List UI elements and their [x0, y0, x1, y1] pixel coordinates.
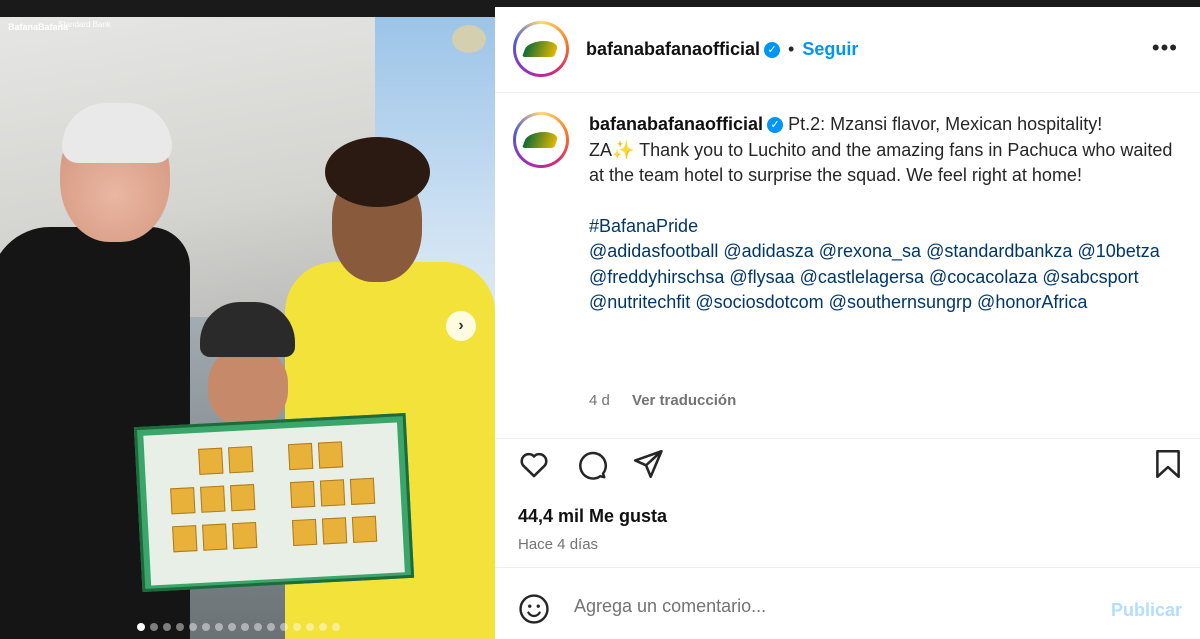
verified-badge-icon: ✓ [764, 41, 781, 58]
account-logo-icon [522, 132, 560, 148]
carousel-indicator [137, 623, 340, 631]
carousel-dot [150, 623, 158, 631]
carousel-dot [176, 623, 184, 631]
carousel-dot [202, 623, 210, 631]
separator: • [788, 39, 795, 59]
mention-link[interactable]: @freddyhirschsa [589, 267, 724, 287]
mention-link[interactable]: @southernsungrp [829, 292, 972, 312]
mention-link[interactable]: @castlelagersa [800, 267, 924, 287]
verified-badge-icon: ✓ [767, 117, 784, 134]
more-options-icon[interactable]: ••• [1152, 35, 1178, 61]
mention-link[interactable]: @sabcsport [1042, 267, 1138, 287]
header-username[interactable]: bafanabafanaofficial [586, 39, 760, 60]
mention-link[interactable]: @rexona_sa [819, 241, 921, 261]
post-panel: bafanabafanaofficial ✓ • Seguir ••• bafa… [495, 7, 1200, 639]
mention-link[interactable]: @adidasfootball [589, 241, 718, 261]
caption-area: bafanabafanaofficial ✓ Pt.2: Mzansi flavo… [495, 94, 1200, 439]
carousel-dot [332, 623, 340, 631]
carousel-dot [319, 623, 327, 631]
carousel-dot [189, 623, 197, 631]
emoji-icon[interactable] [517, 592, 551, 626]
post-date: Hace 4 días [518, 536, 599, 553]
post-time-ago[interactable]: 4 d [589, 392, 610, 409]
carousel-dot [241, 623, 249, 631]
hashtag-link[interactable]: #BafanaPride [589, 216, 698, 236]
post-comment-button[interactable]: Publicar [1111, 600, 1182, 621]
post-media[interactable]: BafanaBafana Standard Bank › [0, 17, 495, 639]
association-crest [452, 25, 486, 53]
mention-link[interactable]: @standardbankza [926, 241, 1072, 261]
caption-username[interactable]: bafanabafanaofficial [589, 114, 763, 134]
post-header: bafanabafanaofficial ✓ • Seguir ••• [495, 7, 1200, 93]
mention-link[interactable]: @adidasza [723, 241, 813, 261]
carousel-dot [267, 623, 275, 631]
carousel-dot [163, 623, 171, 631]
mention-link[interactable]: @honorAfrica [977, 292, 1087, 312]
follow-button[interactable]: Seguir [802, 39, 858, 60]
caption-avatar[interactable] [513, 112, 569, 168]
mentions-list: @adidasfootball @adidasza @rexona_sa @st… [589, 239, 1189, 316]
mention-link[interactable]: @cocacolaza [929, 267, 1037, 287]
carousel-dot [293, 623, 301, 631]
caption-line1: Pt.2: Mzansi flavor, Mexican hospitality… [788, 114, 1103, 134]
comment-input[interactable] [574, 596, 1074, 617]
action-bar [495, 439, 1200, 489]
sticker-album [133, 412, 415, 593]
chevron-right-icon: › [458, 317, 464, 334]
bookmark-icon[interactable] [1151, 447, 1185, 481]
sponsor-logo: Standard Bank [58, 20, 111, 29]
carousel-dot [137, 623, 145, 631]
translate-link[interactable]: Ver traducción [632, 392, 736, 409]
mention-link[interactable]: @10betza [1077, 241, 1159, 261]
caption-text: bafanabafanaofficial ✓ Pt.2: Mzansi flavo… [589, 112, 1189, 316]
mention-link[interactable]: @flysaa [729, 267, 794, 287]
carousel-dot [306, 623, 314, 631]
carousel-next-button[interactable]: › [446, 311, 476, 341]
carousel-dot [215, 623, 223, 631]
heart-icon[interactable] [517, 447, 551, 481]
comment-icon[interactable] [574, 447, 608, 481]
carousel-dot [254, 623, 262, 631]
carousel-dot [280, 623, 288, 631]
share-icon[interactable] [631, 447, 665, 481]
mention-link[interactable]: @nutritechfit [589, 292, 690, 312]
carousel-dot [228, 623, 236, 631]
account-logo-icon [522, 41, 560, 57]
mention-link[interactable]: @sociosdotcom [695, 292, 823, 312]
caption-line2: ZA✨ Thank you to Luchito and the amazing… [589, 139, 1173, 186]
likes-count[interactable]: 44,4 mil Me gusta [518, 506, 667, 527]
comment-bar: Publicar [495, 567, 1200, 639]
avatar[interactable] [513, 21, 569, 77]
